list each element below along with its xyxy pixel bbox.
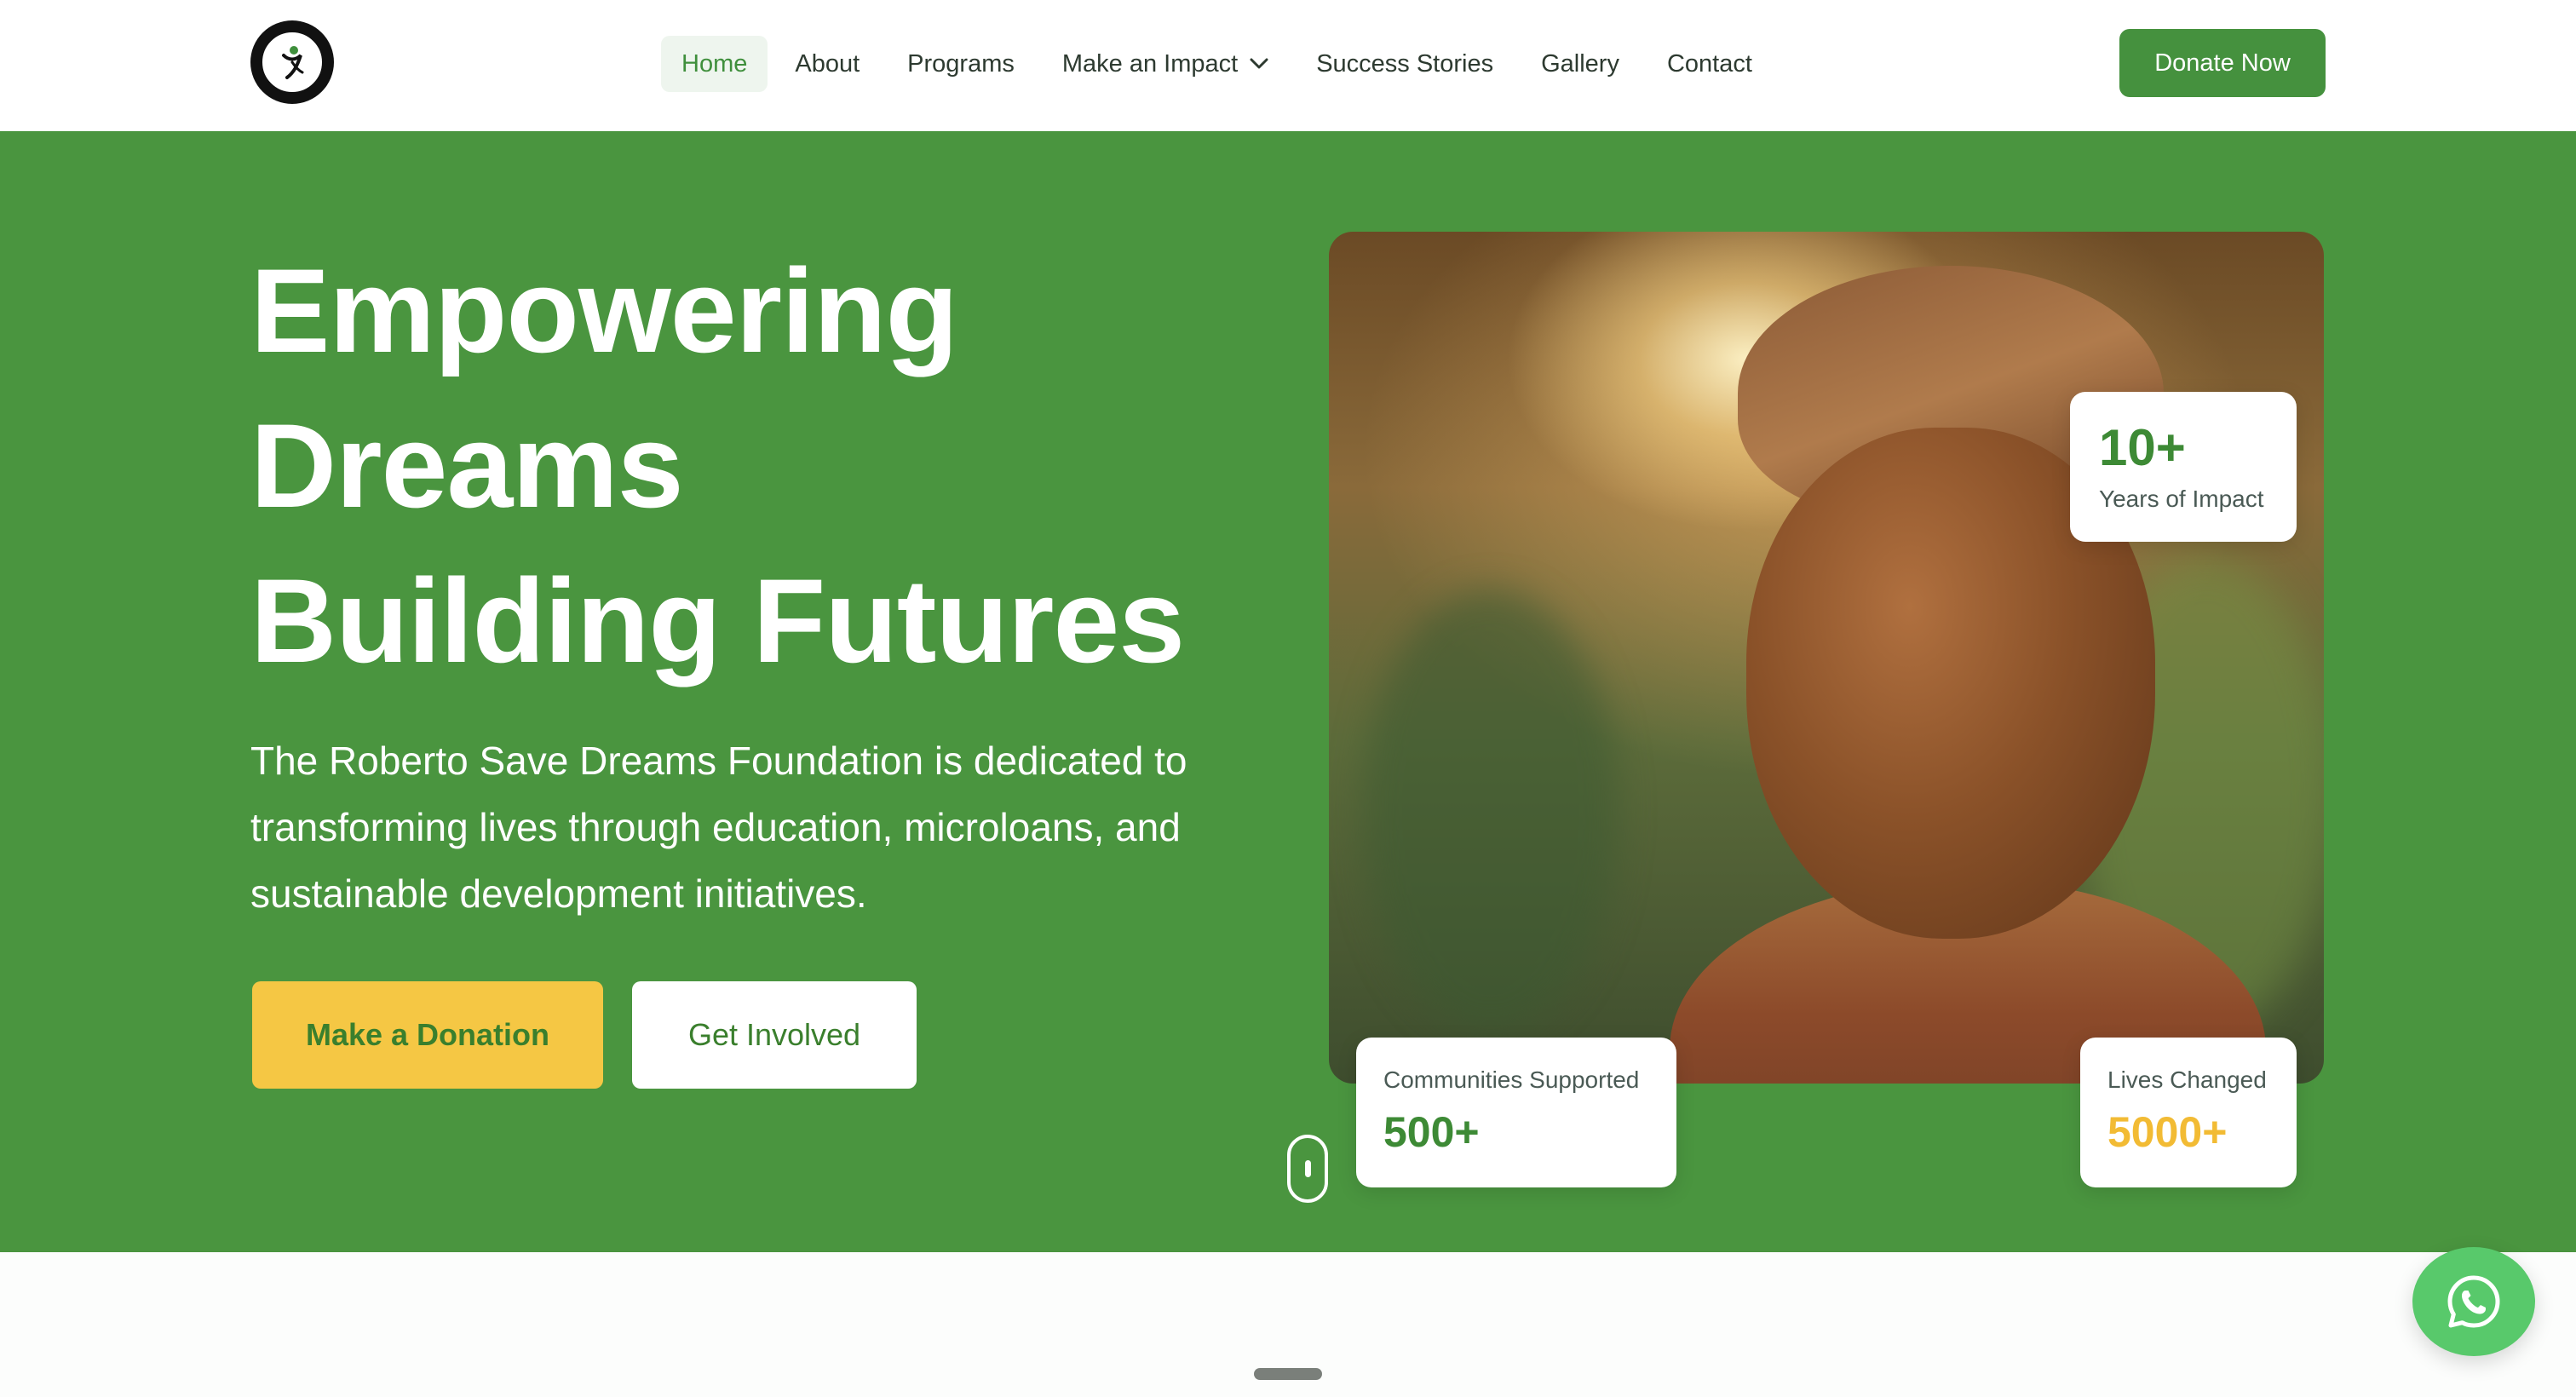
nav-label: Success Stories: [1316, 49, 1494, 78]
hero-subtitle: The Roberto Save Dreams Foundation is de…: [250, 739, 1187, 916]
whatsapp-button[interactable]: [2412, 1247, 2535, 1356]
hero-title-line: Building Futures: [250, 554, 1185, 687]
nav-label: About: [795, 49, 860, 78]
nav-item-programs[interactable]: Programs: [887, 36, 1035, 92]
stat-card-years: 10+ Years of Impact: [2070, 392, 2297, 542]
nav-item-contact[interactable]: Contact: [1647, 36, 1773, 92]
nav-label: Contact: [1666, 49, 1752, 78]
stat-card-communities: Communities Supported 500+: [1356, 1038, 1676, 1187]
stat-card-lives: Lives Changed 5000+: [2080, 1038, 2297, 1187]
nav-label: Home: [681, 49, 748, 78]
logo-figure-icon: [282, 46, 304, 79]
hero-photo: [1329, 232, 2324, 1084]
hero-title: Empowering Dreams Building Futures: [250, 233, 1185, 698]
scroll-wheel-dot: [1305, 1160, 1311, 1177]
photo-foliage: [1363, 589, 1619, 1032]
nav-item-about[interactable]: About: [774, 36, 880, 92]
logo-emblem: [260, 30, 325, 95]
scroll-mouse-icon[interactable]: [1287, 1135, 1328, 1203]
stat-label: Years of Impact: [2099, 486, 2264, 512]
hero-section: Empowering Dreams Building Futures The R…: [0, 131, 2576, 1252]
section-handle: [1254, 1368, 1322, 1380]
stat-label: Communities Supported: [1383, 1066, 1640, 1093]
stat-value: 10+: [2099, 419, 2186, 476]
stat-value: 500+: [1383, 1108, 1480, 1156]
site-header: Home About Programs Make an Impact Succe…: [0, 0, 2576, 131]
stat-label: Lives Changed: [2107, 1066, 2267, 1093]
nav-label: Make an Impact: [1061, 49, 1239, 78]
main-nav: Home About Programs Make an Impact Succe…: [661, 36, 1780, 92]
nav-label: Programs: [907, 49, 1015, 78]
get-involved-button[interactable]: Get Involved: [632, 981, 917, 1089]
stat-value: 5000+: [2107, 1108, 2228, 1156]
foundation-logo-icon[interactable]: [250, 20, 334, 104]
chevron-down-icon: [1250, 58, 1268, 70]
hero-title-line: Dreams: [250, 399, 684, 532]
hero-title-line: Empowering: [250, 244, 958, 377]
whatsapp-icon: [2447, 1275, 2500, 1328]
make-donation-button[interactable]: Make a Donation: [252, 981, 603, 1089]
nav-label: Gallery: [1541, 49, 1619, 78]
nav-item-home[interactable]: Home: [661, 36, 768, 92]
nav-item-gallery[interactable]: Gallery: [1521, 36, 1640, 92]
nav-item-success-stories[interactable]: Success Stories: [1296, 36, 1514, 92]
nav-item-make-an-impact[interactable]: Make an Impact: [1042, 36, 1289, 92]
next-section: [0, 1252, 2576, 1397]
donate-now-button[interactable]: Donate Now: [2119, 29, 2326, 97]
